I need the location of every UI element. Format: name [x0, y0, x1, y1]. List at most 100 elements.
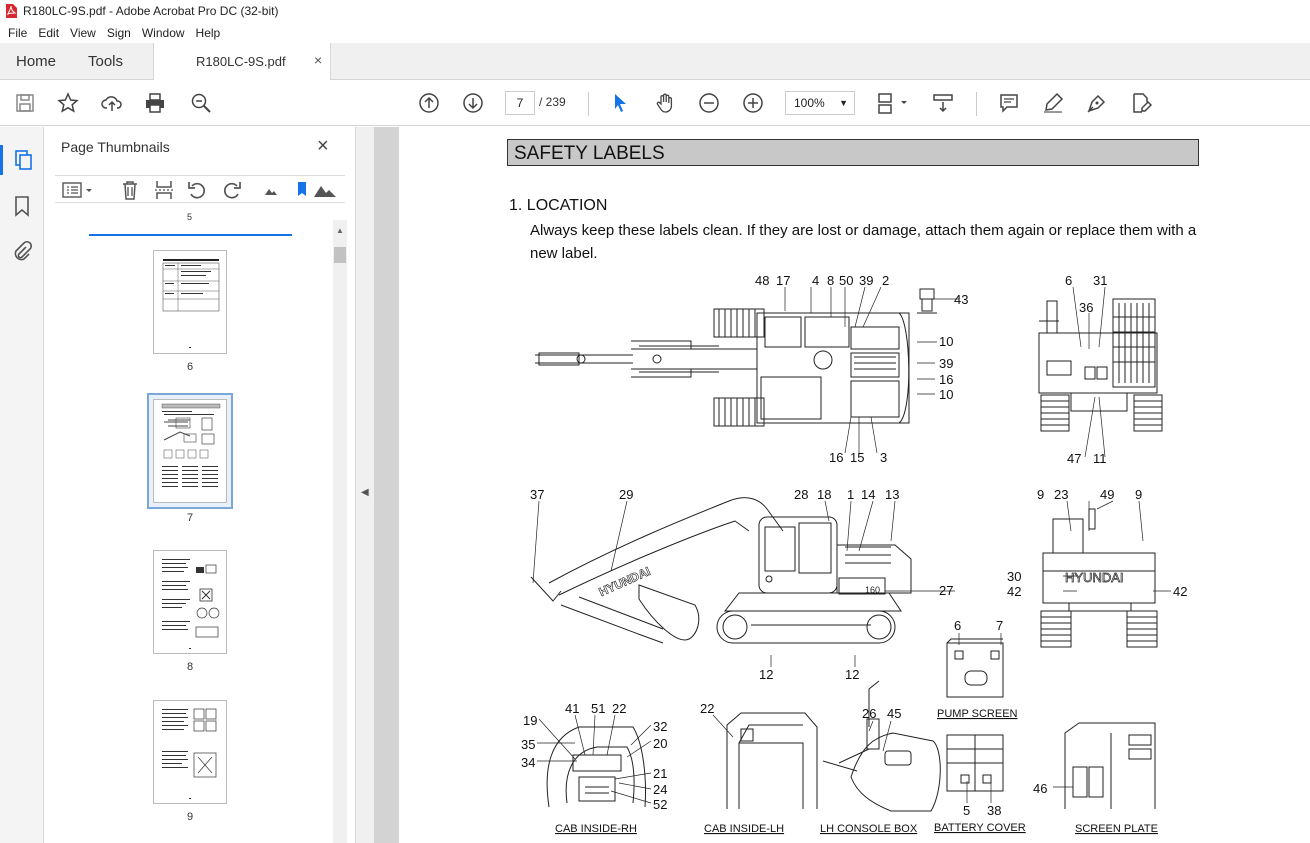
zoom-out-button[interactable] — [696, 90, 722, 116]
label-number: 1 — [847, 487, 854, 502]
select-tool-button[interactable] — [607, 90, 633, 116]
rotate-right-icon[interactable] — [221, 179, 243, 201]
label-number: 13 — [885, 487, 899, 502]
bookmark-flag-icon[interactable] — [291, 179, 313, 201]
close-tab-icon[interactable]: × — [314, 52, 322, 68]
label-number: 39 — [859, 273, 873, 288]
arrow-up-circle-icon — [419, 93, 439, 113]
menu-sign[interactable]: Sign — [107, 26, 131, 40]
label-number: 21 — [653, 766, 667, 781]
cab-inside-lh-drawing — [726, 712, 818, 809]
zoom-in-button[interactable] — [740, 90, 766, 116]
label-number: 45 — [887, 706, 901, 721]
scroll-up-icon[interactable]: ▲ — [336, 226, 344, 235]
caption-screen-plate: SCREEN PLATE — [1075, 823, 1158, 835]
label-number: 4 — [812, 273, 819, 288]
label-number: 6 — [954, 618, 961, 633]
fill-sign-button[interactable] — [1128, 90, 1154, 116]
save-icon — [16, 94, 34, 112]
star-icon — [57, 92, 79, 113]
cursor-arrow-icon — [615, 94, 626, 112]
zoom-level-dropdown[interactable]: 100% ▼ — [785, 91, 855, 115]
bookmarks-icon[interactable] — [11, 195, 33, 217]
safety-label-location-drawing: 48 17 4 8 50 39 2 43 10 39 16 10 16 15 3… — [521, 273, 1187, 835]
menu-file[interactable]: File — [8, 26, 27, 40]
thumbnail-page-6[interactable] — [153, 250, 227, 354]
collapse-panel-icon[interactable]: ◀ — [361, 487, 369, 498]
thumbnail-number: 9 — [186, 811, 194, 823]
label-number: 50 — [839, 273, 853, 288]
menu-edit[interactable]: Edit — [38, 26, 59, 40]
document-view[interactable]: SAFETY LABELS 1. LOCATION Always keep th… — [374, 127, 1310, 843]
large-thumbnails-icon[interactable] — [313, 179, 339, 201]
screen-plate-drawing — [1064, 722, 1156, 809]
bookmark-star-button[interactable] — [55, 90, 81, 116]
label-number: 36 — [1079, 300, 1093, 315]
highlighter-pen-icon — [1044, 92, 1064, 113]
tab-tools[interactable]: Tools — [88, 53, 123, 70]
thumbnail-page-8[interactable] — [153, 550, 227, 654]
page-thumbnails-icon[interactable] — [11, 149, 33, 171]
close-panel-icon[interactable]: × — [317, 135, 329, 158]
label-number: 26 — [862, 706, 876, 721]
label-number: 11 — [1093, 451, 1107, 466]
label-number: 9 — [1037, 487, 1044, 502]
label-number: 42 — [1007, 584, 1021, 599]
find-button[interactable] — [188, 90, 214, 116]
partial-page-number: 5 — [187, 212, 193, 222]
draw-button[interactable] — [1084, 90, 1110, 116]
page-number-input[interactable]: 7 — [505, 91, 535, 115]
hand-tool-button[interactable] — [652, 90, 678, 116]
fit-page-icon — [878, 93, 907, 114]
highlight-button[interactable] — [1040, 90, 1066, 116]
label-number: 12 — [759, 667, 773, 682]
label-number: 12 — [845, 667, 859, 682]
zoom-level-value: 100% — [794, 96, 825, 110]
label-number: 27 — [939, 583, 953, 598]
print-button[interactable] — [142, 90, 168, 116]
scroll-position-indicator — [89, 234, 292, 236]
previous-page-button[interactable] — [416, 90, 442, 116]
share-button[interactable] — [99, 90, 125, 116]
page-6-preview — [162, 259, 220, 348]
label-number: 46 — [1033, 781, 1047, 796]
rotate-left-icon[interactable] — [186, 179, 208, 201]
label-number: 23 — [1054, 487, 1068, 502]
label-number: 37 — [530, 487, 544, 502]
delete-trash-icon[interactable] — [119, 179, 141, 201]
menu-window[interactable]: Window — [142, 26, 185, 40]
save-button[interactable] — [12, 90, 38, 116]
label-number: 10 — [939, 387, 953, 402]
thumbnail-page-9[interactable] — [153, 700, 227, 804]
insert-page-icon[interactable] — [153, 179, 175, 201]
options-menu-icon[interactable] — [61, 179, 95, 201]
comment-button[interactable] — [996, 90, 1022, 116]
pump-screen-drawing — [946, 638, 1004, 698]
menu-view[interactable]: View — [70, 26, 96, 40]
label-number: 3 — [880, 450, 887, 465]
menu-help[interactable]: Help — [196, 26, 221, 40]
page-display-button[interactable] — [873, 90, 913, 116]
label-number: 9 — [1135, 487, 1142, 502]
tab-home[interactable]: Home — [16, 53, 56, 70]
thumbnail-toolbar — [55, 175, 345, 203]
thumbnail-page-7[interactable] — [153, 399, 227, 503]
label-number: 6 — [1065, 273, 1072, 288]
toolbar-divider — [976, 92, 977, 116]
lh-console-box-drawing — [822, 680, 941, 812]
thumbnail-scrollbar[interactable]: ▲ — [333, 220, 347, 843]
caption-cab-inside-rh: CAB INSIDE-RH — [555, 823, 637, 835]
scrolling-mode-button[interactable] — [930, 90, 956, 116]
small-thumbnails-icon[interactable] — [260, 179, 282, 201]
label-number: 5 — [963, 803, 970, 818]
scrollbar-thumb[interactable] — [334, 247, 346, 263]
pdf-page: SAFETY LABELS 1. LOCATION Always keep th… — [399, 127, 1310, 843]
attachments-paperclip-icon[interactable] — [11, 240, 33, 262]
scroll-mode-icon — [933, 94, 953, 113]
tab-document[interactable]: R180LC-9S.pdf × — [153, 43, 331, 80]
label-number: 22 — [700, 701, 714, 716]
active-indicator — [0, 145, 3, 175]
panel-splitter[interactable]: ◀ — [356, 127, 374, 843]
next-page-button[interactable] — [460, 90, 486, 116]
caption-cab-inside-lh: CAB INSIDE-LH — [704, 823, 784, 835]
